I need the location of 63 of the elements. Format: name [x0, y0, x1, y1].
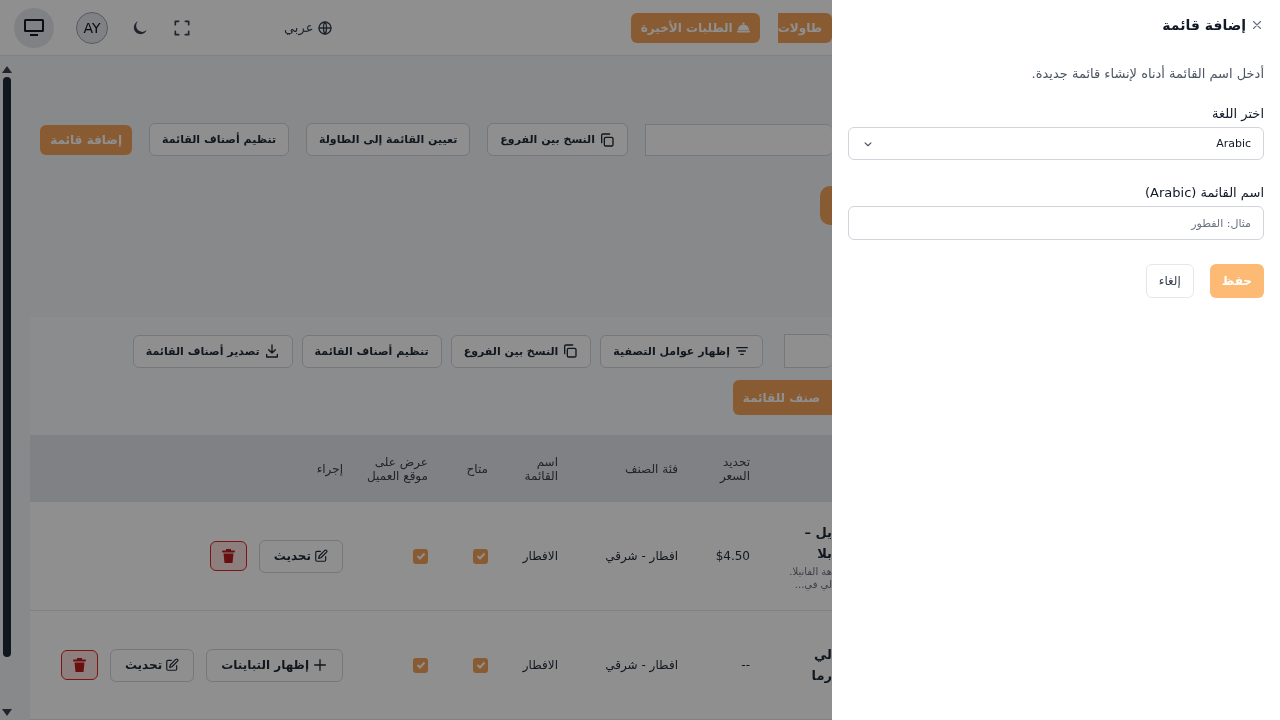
- checkbox[interactable]: [473, 657, 488, 673]
- language-select[interactable]: Arabic: [848, 127, 1264, 160]
- item-description: هة الفانيلا.: [788, 565, 832, 577]
- menu-cell: الافطار: [522, 549, 558, 563]
- field-label: اسم القائمة (Arabic): [1144, 185, 1264, 200]
- checkbox[interactable]: [473, 548, 488, 564]
- bell-icon: [736, 22, 750, 33]
- search-field[interactable]: [645, 123, 832, 156]
- cancel-button[interactable]: إلغاء: [1145, 264, 1194, 298]
- item-name: لي: [812, 645, 832, 664]
- column-header: تحديد السعر: [719, 454, 750, 483]
- user-avatar[interactable]: AY: [76, 11, 108, 44]
- check-icon: [415, 551, 426, 561]
- delete-button[interactable]: [60, 650, 98, 680]
- price-cell: --: [741, 658, 750, 672]
- item-name: بلا: [816, 545, 832, 563]
- check-icon: [475, 660, 486, 670]
- column-header: اسم القائمة: [524, 454, 558, 483]
- search-field[interactable]: [784, 334, 832, 368]
- menu-name-field[interactable]: مثال: الفطور: [848, 206, 1264, 240]
- scroll-down-icon[interactable]: [2, 709, 12, 716]
- language-link[interactable]: عربي: [284, 19, 334, 36]
- check-icon: [475, 551, 486, 561]
- checkbox[interactable]: [413, 548, 428, 564]
- item-name: يل –: [803, 523, 832, 542]
- export-button[interactable]: تصدير أصناف القائمة: [132, 334, 293, 368]
- toolbar-button[interactable]: تنظيم أصناف القائمة: [301, 334, 442, 368]
- item-description: لي في...: [793, 578, 832, 590]
- toolbar-button[interactable]: تنظيم أصناف القائمة: [149, 123, 290, 156]
- column-header: إجراء: [316, 461, 343, 476]
- copy-icon: [599, 131, 615, 148]
- category-cell: افطار - شرقي: [605, 658, 678, 672]
- column-header: فئة الصنف: [624, 461, 678, 476]
- field-label: اختر اللغة: [1211, 106, 1264, 121]
- copy-icon: [562, 343, 579, 359]
- globe-icon: [317, 19, 334, 36]
- column-header: عرض على موقع العميل: [367, 454, 428, 483]
- scroll-up-icon[interactable]: [2, 66, 12, 73]
- edit-icon: [165, 658, 180, 672]
- trash-icon: [72, 658, 86, 672]
- drawer-title: إضافة قائمة: [1162, 16, 1246, 33]
- checkbox[interactable]: [413, 657, 428, 673]
- plus-icon: [312, 657, 328, 673]
- price-cell: $4.50: [715, 549, 750, 563]
- drawer-description: أدخل اسم القائمة أدناه لإنشاء قائمة جديدة.: [1030, 66, 1264, 81]
- item-name: رما: [810, 667, 832, 685]
- column-header: متاح: [466, 461, 488, 476]
- menu-cell: الافطار: [522, 658, 558, 672]
- monitor-icon[interactable]: [14, 7, 54, 48]
- toolbar-button[interactable]: تعيين القائمة إلى الطاولة: [306, 123, 471, 156]
- category-cell: افطار - شرقي: [605, 549, 678, 563]
- copy-button[interactable]: النسخ بين الفروع: [487, 123, 628, 156]
- filter-button[interactable]: إظهار عوامل التصفية: [600, 334, 763, 368]
- update-button[interactable]: تحديث: [258, 539, 343, 573]
- check-icon: [415, 660, 426, 670]
- banner-card: [820, 186, 832, 225]
- trash-icon: [221, 549, 235, 563]
- update-button[interactable]: تحديث: [109, 648, 195, 682]
- copy-button[interactable]: النسخ بين الفروع: [450, 334, 592, 368]
- variants-button[interactable]: إظهار التباينات: [206, 648, 343, 682]
- download-icon: [263, 343, 280, 359]
- edit-icon: [314, 549, 328, 563]
- delete-button[interactable]: [209, 541, 247, 571]
